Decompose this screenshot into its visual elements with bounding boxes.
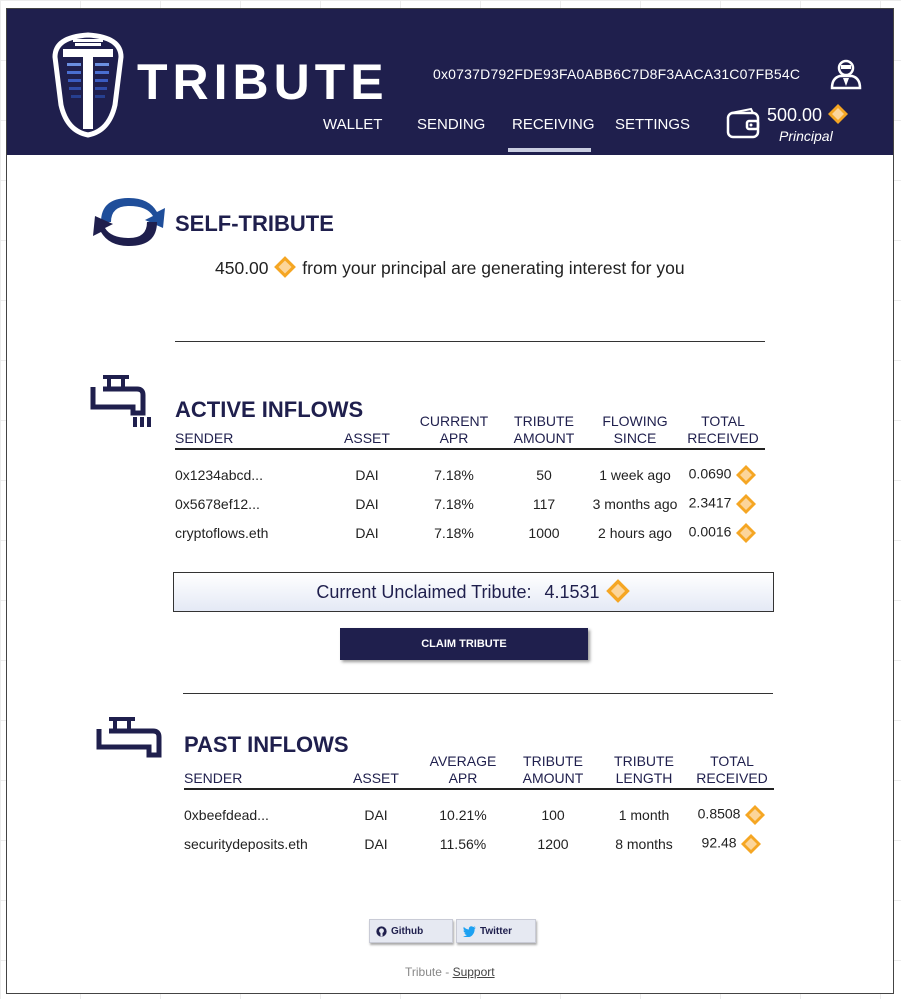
faucet-icon bbox=[96, 717, 162, 758]
table-header-row: SENDER ASSET AVERAGE APR TRIBUTE AMOUNT TR… bbox=[184, 753, 774, 790]
principal-amount: 500.00 bbox=[767, 104, 849, 126]
cell-sender[interactable]: 0x5678ef12... bbox=[175, 489, 325, 518]
cell-sender[interactable]: 0x1234abcd... bbox=[175, 460, 325, 489]
self-tribute-description: 450.00 from your principal are generatin… bbox=[215, 256, 685, 279]
column-header-sender: SENDER bbox=[175, 413, 325, 450]
cell-asset: DAI bbox=[364, 806, 388, 823]
github-button[interactable]: Github bbox=[369, 919, 453, 943]
active-tab-indicator bbox=[508, 148, 591, 152]
cell-apr: 10.21% bbox=[439, 806, 487, 823]
cell-total: 92.48 bbox=[690, 829, 774, 858]
faucet-icon bbox=[90, 375, 151, 427]
active-inflows-table: SENDER ASSET CURRENT APR TRIBUTE AMOUNT FL… bbox=[175, 413, 765, 547]
cell-asset: DAI bbox=[355, 466, 379, 483]
dai-coin-icon bbox=[274, 256, 297, 279]
wallet-icon[interactable] bbox=[725, 106, 761, 142]
column-header-average-apr: AVERAGE APR bbox=[418, 753, 508, 790]
cell-apr: 7.18% bbox=[434, 466, 474, 483]
dai-coin-icon bbox=[736, 522, 757, 543]
table-row: 0x5678ef12... DAI 7.18% 117 3 months ago… bbox=[175, 489, 765, 518]
cell-asset: DAI bbox=[355, 495, 379, 512]
table-row: securitydeposits.eth DAI 11.56% 1200 8 m… bbox=[184, 829, 774, 858]
cell-sender[interactable]: 0xbeefdead... bbox=[184, 800, 334, 829]
dai-coin-icon bbox=[741, 833, 762, 854]
column-header-current-apr: CURRENT APR bbox=[409, 413, 499, 450]
cell-total: 0.0016 bbox=[681, 518, 765, 547]
support-link[interactable]: Support bbox=[453, 965, 495, 979]
cell-sender[interactable]: cryptoflows.eth bbox=[175, 518, 325, 547]
column-header-tribute-amount: TRIBUTE AMOUNT bbox=[508, 753, 598, 790]
dai-coin-icon bbox=[828, 104, 849, 125]
cell-length: 8 months bbox=[615, 835, 673, 852]
cell-since: 3 months ago bbox=[592, 495, 678, 512]
cell-length: 1 month bbox=[618, 806, 670, 823]
past-inflows-table: SENDER ASSET AVERAGE APR TRIBUTE AMOUNT TR… bbox=[184, 753, 774, 858]
user-icon[interactable] bbox=[829, 56, 863, 90]
refresh-arrows-icon bbox=[93, 198, 165, 246]
app-frame: TRIBUTE 0x0737D792FDE93FA0ABB6C7D8F3AACA… bbox=[6, 8, 894, 994]
claim-tribute-button[interactable]: CLAIM TRIBUTE bbox=[340, 628, 588, 660]
principal-label: Principal bbox=[779, 128, 833, 144]
cell-amount: 100 bbox=[541, 806, 565, 823]
column-header-asset: ASSET bbox=[325, 413, 409, 450]
column-header-flowing-since: FLOWING SINCE bbox=[589, 413, 681, 450]
cell-apr: 7.18% bbox=[434, 495, 474, 512]
self-tribute-title: SELF-TRIBUTE bbox=[175, 211, 334, 236]
nav-settings[interactable]: SETTINGS bbox=[615, 116, 690, 133]
table-row: 0xbeefdead... DAI 10.21% 100 1 month 0.8… bbox=[184, 800, 774, 829]
dai-coin-icon bbox=[736, 493, 757, 514]
cell-apr: 7.18% bbox=[434, 524, 474, 541]
table-header-row: SENDER ASSET CURRENT APR TRIBUTE AMOUNT FL… bbox=[175, 413, 765, 450]
cell-amount: 1200 bbox=[537, 835, 569, 852]
column-header-asset: ASSET bbox=[334, 753, 418, 790]
tribute-logo[interactable] bbox=[49, 27, 127, 139]
unclaimed-label: Current Unclaimed Tribute: bbox=[316, 582, 532, 602]
column-header-tribute-length: TRIBUTE LENGTH bbox=[598, 753, 690, 790]
cell-asset: DAI bbox=[355, 524, 379, 541]
cell-amount: 50 bbox=[536, 466, 552, 483]
column-header-total-received: TOTAL RECEIVED bbox=[690, 753, 774, 790]
wallet-address[interactable]: 0x0737D792FDE93FA0ABB6C7D8F3AACA31C07FB5… bbox=[433, 66, 800, 82]
divider bbox=[175, 341, 765, 342]
dai-coin-icon bbox=[605, 579, 630, 604]
cell-asset: DAI bbox=[364, 835, 388, 852]
cell-sender[interactable]: securitydeposits.eth bbox=[184, 829, 334, 858]
dai-coin-icon bbox=[745, 804, 766, 825]
cell-apr: 11.56% bbox=[439, 835, 487, 852]
cell-total: 0.0690 bbox=[681, 460, 765, 489]
unclaimed-value: 4.1531 bbox=[544, 582, 600, 602]
column-header-sender: SENDER bbox=[184, 753, 334, 790]
nav-sending[interactable]: SENDING bbox=[417, 116, 485, 133]
twitter-button[interactable]: Twitter bbox=[456, 919, 536, 943]
cell-since: 2 hours ago bbox=[598, 524, 672, 541]
table-row: 0x1234abcd... DAI 7.18% 50 1 week ago 0.… bbox=[175, 460, 765, 489]
divider bbox=[183, 693, 773, 694]
cell-total: 2.3417 bbox=[681, 489, 765, 518]
nav-receiving[interactable]: RECEIVING bbox=[512, 116, 595, 133]
cell-total: 0.8508 bbox=[690, 800, 774, 829]
column-header-tribute-amount: TRIBUTE AMOUNT bbox=[499, 413, 589, 450]
unclaimed-tribute-box: Current Unclaimed Tribute: 4.1531 bbox=[173, 572, 774, 612]
twitter-icon bbox=[463, 926, 476, 938]
cell-amount: 117 bbox=[532, 495, 556, 512]
cell-amount: 1000 bbox=[528, 524, 560, 541]
dai-coin-icon bbox=[736, 464, 757, 485]
brand-name: TRIBUTE bbox=[137, 54, 389, 110]
footer-text: Tribute - Support bbox=[405, 965, 495, 979]
column-header-total-received: TOTAL RECEIVED bbox=[681, 413, 765, 450]
header: TRIBUTE 0x0737D792FDE93FA0ABB6C7D8F3AACA… bbox=[7, 9, 893, 155]
table-row: cryptoflows.eth DAI 7.18% 1000 2 hours a… bbox=[175, 518, 765, 547]
cell-since: 1 week ago bbox=[599, 466, 671, 483]
github-icon bbox=[376, 926, 387, 937]
nav-wallet[interactable]: WALLET bbox=[323, 116, 382, 133]
